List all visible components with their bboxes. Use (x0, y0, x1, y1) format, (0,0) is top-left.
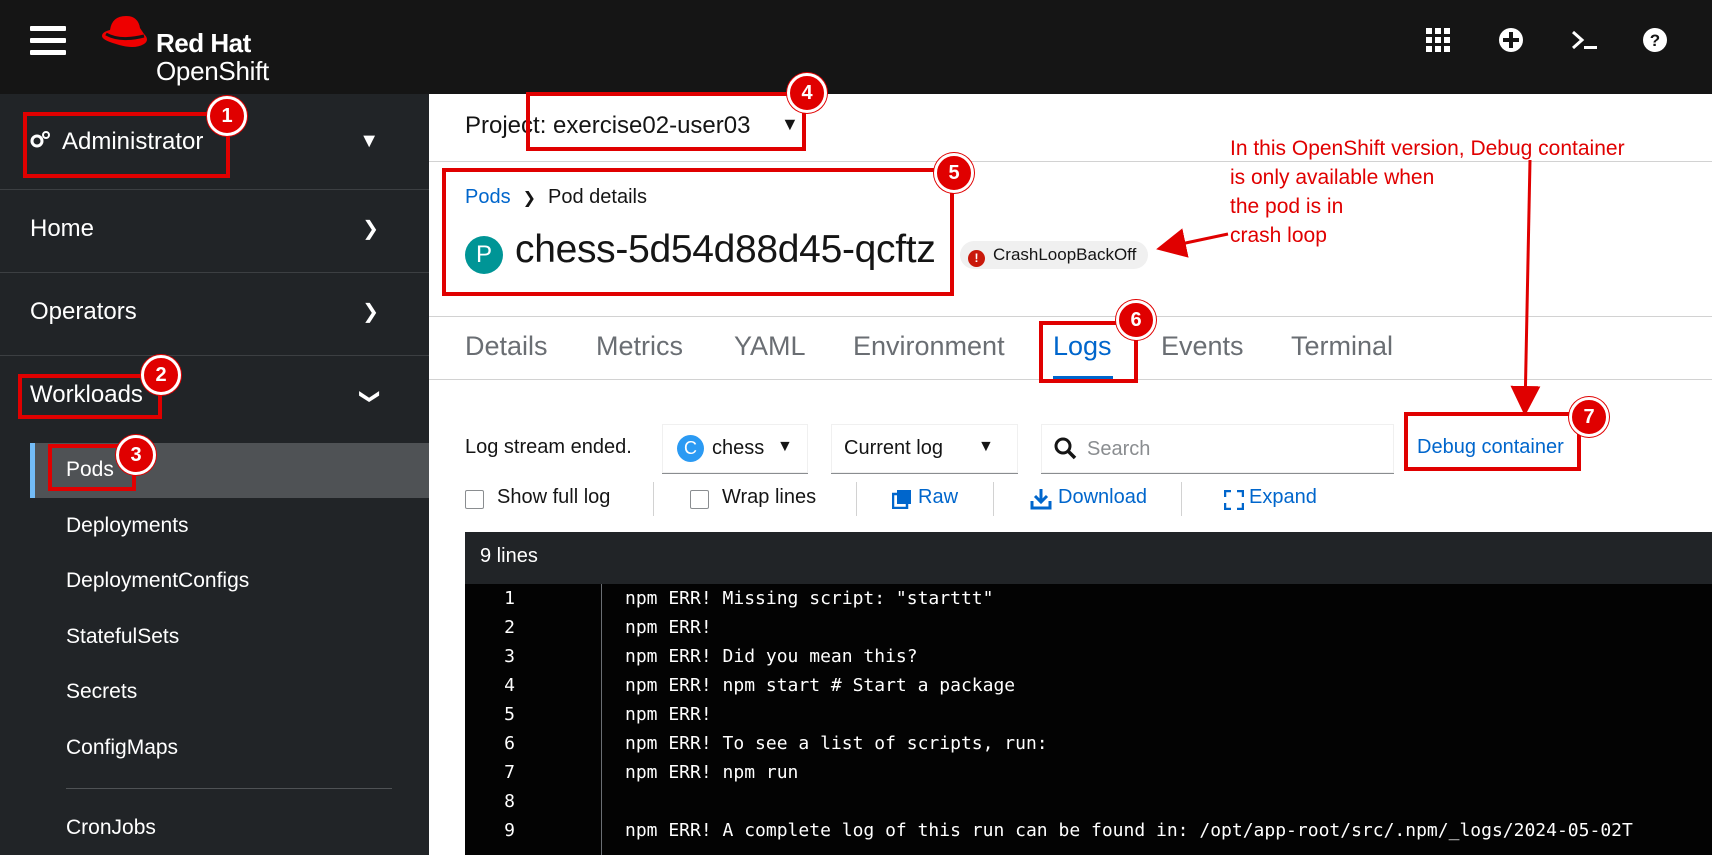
annotation-arrows (1156, 159, 1541, 416)
annotation-arrow (1156, 228, 1229, 258)
annotation-arrow (1510, 159, 1541, 416)
